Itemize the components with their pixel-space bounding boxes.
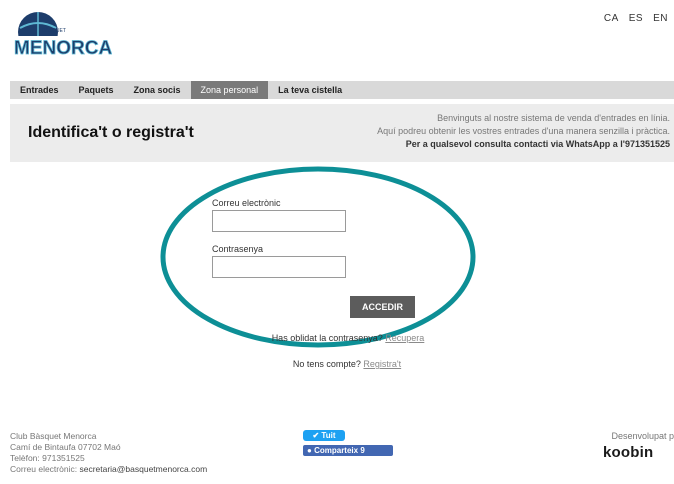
koobin-logo[interactable]: koobin — [603, 444, 653, 461]
nav-item-zona-personal[interactable]: Zona personal — [190, 81, 269, 99]
lang-en[interactable]: EN — [653, 13, 668, 24]
language-selector: CA ES EN — [604, 13, 668, 24]
nav-item-cistella[interactable]: La teva cistella — [268, 81, 352, 99]
nav-item-zona-socis[interactable]: Zona socis — [124, 81, 191, 99]
email-field-group: Correu electrònic — [212, 198, 432, 232]
brand-name: MENORCA — [14, 38, 112, 59]
login-form: Correu electrònic Contrasenya ACCEDIR — [212, 198, 432, 318]
footer-email-row: Correu electrònic: secretaria@basquetmen… — [10, 464, 207, 475]
footer-club: Club Bàsquet Menorca — [10, 431, 97, 441]
facebook-share-button[interactable]: ● Comparteix 9 — [303, 445, 393, 456]
email-input[interactable] — [212, 210, 346, 232]
main-nav: Entrades Paquets Zona socis Zona persona… — [10, 81, 674, 99]
footer-email-link[interactable]: secretaria@basquetmenorca.com — [79, 464, 207, 474]
forgot-password-row: Has oblidat la contrasenya? Recupera — [0, 333, 674, 343]
page-title: Identifica't o registra't — [28, 124, 194, 141]
lang-ca[interactable]: CA — [604, 13, 619, 24]
email-label: Correu electrònic — [212, 198, 281, 208]
footer-phone: Telèfon: 971351525 — [10, 453, 85, 463]
banner-info: Benvinguts al nostre sistema de venda d'… — [377, 112, 670, 151]
footer-address: Camí de Bintaufa 07702 Maó — [10, 442, 121, 452]
developed-by-text: Desenvolupat p — [611, 431, 674, 441]
twitter-bird-icon: ✔ — [312, 431, 320, 440]
nav-item-paquets[interactable]: Paquets — [69, 81, 124, 99]
basketball-logo-icon: BÀSQUET MENORCA — [13, 12, 113, 59]
lang-es[interactable]: ES — [629, 13, 643, 24]
social-buttons: ✔ Tuit ● Comparteix 9 — [303, 430, 393, 456]
recover-link[interactable]: Recupera — [385, 333, 424, 343]
register-link[interactable]: Registra't — [363, 359, 401, 369]
facebook-icon: ● — [307, 446, 312, 455]
password-input[interactable] — [212, 256, 346, 278]
banner-line-1: Benvinguts al nostre sistema de venda d'… — [437, 113, 670, 123]
password-label: Contrasenya — [212, 244, 264, 254]
signup-text: No tens compte? — [292, 359, 361, 369]
svg-text:BÀSQUET: BÀSQUET — [42, 27, 66, 34]
footer-email-label: Correu electrònic: — [10, 464, 78, 474]
banner-line-2: Aquí podreu obtenir les vostres entrades… — [377, 126, 670, 136]
footer-contact: Club Bàsquet Menorca Camí de Bintaufa 07… — [10, 431, 207, 475]
forgot-password-text: Has oblidat la contrasenya? — [271, 333, 383, 343]
welcome-banner: Identifica't o registra't Benvinguts al … — [10, 104, 674, 162]
banner-contact: Per a qualsevol consulta contacti via Wh… — [405, 139, 670, 149]
nav-item-entrades[interactable]: Entrades — [10, 81, 69, 99]
signup-row: No tens compte? Registra't — [0, 359, 674, 369]
login-button[interactable]: ACCEDIR — [350, 296, 415, 318]
club-logo[interactable]: BÀSQUET MENORCA — [12, 10, 113, 62]
password-field-group: Contrasenya — [212, 244, 432, 278]
tweet-button[interactable]: ✔ Tuit — [303, 430, 345, 441]
